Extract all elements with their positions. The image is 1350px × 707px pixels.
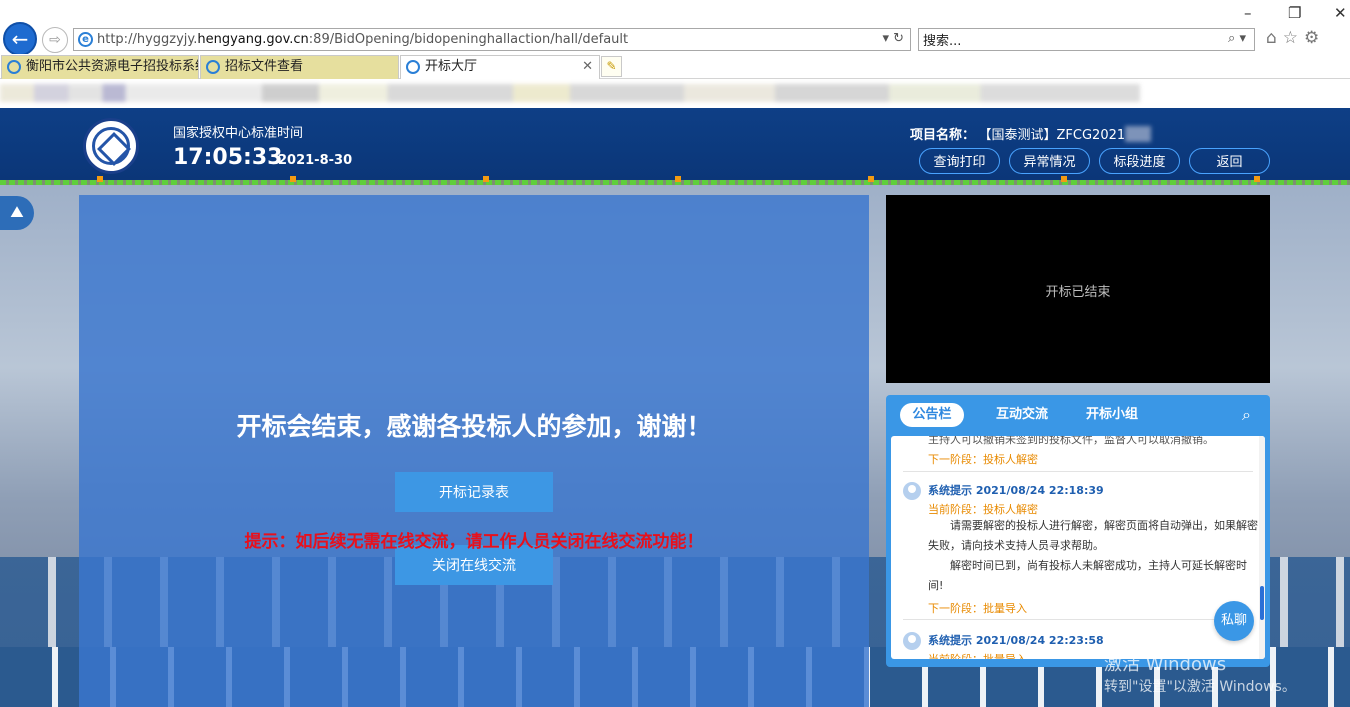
message-list[interactable]: 主持人可以撤销未签到的投标文件，监督人可以取消撤销。 下一阶段：投标人解密 系统… (891, 436, 1265, 659)
divider-dot (675, 176, 681, 182)
close-icon[interactable]: ✕ (1334, 4, 1347, 22)
avatar (903, 482, 921, 500)
video-status: 开标已结束 (1045, 285, 1111, 300)
favorites-bar (0, 80, 1350, 107)
browser-toolbar-icons[interactable]: ⌂☆⚙ (1266, 28, 1325, 48)
tab-portal[interactable]: 衡阳市公共资源电子招投标系统 (1, 55, 199, 79)
search-icon[interactable]: ⌕ ▾ (1228, 31, 1246, 46)
message-paragraph: 解密时间已到，尚有投标人未解密成功，主持人可延长解密时间! (928, 559, 1247, 592)
ie-tab-icon (206, 60, 220, 74)
home-icon[interactable]: ⌂ (1266, 28, 1283, 48)
tab-notice[interactable]: 公告栏 (900, 403, 964, 427)
date: 2021-8-30 (278, 153, 353, 168)
tab-label: 开标大厅 (425, 59, 478, 74)
bid-end-message: 开标会结束，感谢各投标人的参加，谢谢！ (236, 412, 712, 441)
gear-icon[interactable]: ⚙ (1304, 28, 1325, 48)
exception-button[interactable]: 异常情况 (1009, 148, 1090, 174)
restore-icon[interactable]: ❐ (1288, 4, 1301, 22)
project-name: 项目名称： 【国泰测试】ZFCG2021 (910, 124, 1152, 143)
blurred-favorites (0, 84, 1140, 102)
activation-watermark-text: 转到"设置"以激活 Windows。 (1104, 679, 1296, 695)
next-stage: 下一阶段：投标人解密 (928, 453, 1038, 466)
browser-search-box[interactable]: ⌕ ▾ (918, 28, 1255, 51)
video-panel: 开标已结束 (886, 195, 1270, 383)
divider-dot (1061, 176, 1067, 182)
list-item: 系统提示 2021/08/24 22:18:39 当前阶段：投标人解密 请需要解… (903, 482, 1258, 632)
query-print-button[interactable]: 查询打印 (919, 148, 1000, 174)
address-bar[interactable]: e http://hyggzyjy.hengyang.gov.cn:89/Bid… (73, 28, 911, 51)
tab-bid-group[interactable]: 开标小组 (1076, 403, 1148, 427)
private-chat-button[interactable]: 私聊 (1214, 601, 1254, 641)
project-label: 项目名称： (910, 128, 976, 143)
section-progress-button[interactable]: 标段进度 (1099, 148, 1180, 174)
back-arrow-icon[interactable]: ← (3, 22, 37, 56)
next-stage: 下一阶段：批量导入 (928, 602, 1027, 615)
return-button[interactable]: 返回 (1189, 148, 1270, 174)
divider-dot (290, 176, 296, 182)
divider-dot (97, 176, 103, 182)
current-stage: 当前阶段：投标人解密 (928, 503, 1038, 516)
tab-interaction[interactable]: 互动交流 (986, 403, 1058, 427)
search-input[interactable] (923, 31, 1203, 48)
divider (903, 619, 1253, 620)
new-tab-icon[interactable]: ✎ (601, 56, 622, 77)
tab-label: 衡阳市公共资源电子招投标系统 (26, 59, 199, 74)
page-header: 国家授权中心标准时间 17:05:33 2021-8-30 项目名称： 【国泰测试… (0, 108, 1350, 180)
forward-arrow-icon[interactable]: ⇨ (42, 27, 68, 53)
ie-page-icon: e (78, 32, 93, 47)
current-stage: 当前阶段：批量导入 (928, 651, 1027, 659)
tab-bid-hall[interactable]: 开标大厅 ✕ (400, 55, 600, 79)
search-icon[interactable]: ⌕ (1242, 405, 1251, 425)
message-body: 请需要解密的投标人进行解密，解密页面将自动弹出，如果解密失败，请向技术支持人员寻… (928, 516, 1258, 596)
divider-dot (483, 176, 489, 182)
time-source-label: 国家授权中心标准时间 (173, 126, 304, 141)
notice-board: 公告栏 互动交流 开标小组 ⌕ 主持人可以撤销未签到的投标文件，监督人可以取消撤… (886, 395, 1270, 667)
divider-dot (1254, 176, 1260, 182)
list-item: 主持人可以撤销未签到的投标文件，监督人可以取消撤销。 下一阶段：投标人解密 (903, 436, 1253, 470)
china-map-icon[interactable]: ⛰ (0, 196, 34, 230)
tab-close-icon[interactable]: ✕ (582, 56, 593, 78)
minimize-icon[interactable]: – (1244, 4, 1252, 22)
message-text: 主持人可以撤销未签到的投标文件，监督人可以取消撤销。 (928, 436, 1214, 446)
activation-watermark-title: 激活 Windows (1104, 654, 1227, 675)
avatar (903, 632, 921, 650)
star-icon[interactable]: ☆ (1283, 28, 1304, 48)
ie-tab-icon (7, 60, 21, 74)
site-logo (83, 118, 139, 174)
project-value: 【国泰测试】ZFCG2021 (985, 128, 1126, 143)
clock: 17:05:33 (173, 145, 283, 170)
bid-record-button[interactable]: 开标记录表 (395, 472, 553, 512)
message-title: 系统提示 2021/08/24 22:18:39 (928, 484, 1104, 497)
url-text: http://hyggzyjy.hengyang.gov.cn:89/BidOp… (97, 32, 629, 47)
main-panel: 开标会结束，感谢各投标人的参加，谢谢！ 开标记录表 关闭在线交流 提示：如后续无… (79, 195, 869, 707)
browser-tab-row: 衡阳市公共资源电子招投标系统 招标文件查看 开标大厅 ✕ ✎ (0, 54, 1350, 79)
tab-label: 招标文件查看 (225, 59, 304, 74)
blurred-project-id (1125, 126, 1152, 142)
tab-tender-doc[interactable]: 招标文件查看 (200, 55, 399, 79)
message-paragraph: 请需要解密的投标人进行解密，解密页面将自动弹出，如果解密失败，请向技术支持人员寻… (928, 519, 1258, 552)
browser-address-row: ← ⇨ e http://hyggzyjy.hengyang.gov.cn:89… (0, 0, 1350, 56)
refresh-icon[interactable]: ▾ ↻ (882, 31, 904, 46)
divider (903, 471, 1253, 472)
hint-message: 提示：如后续无需在线交流，请工作人员关闭在线交流功能！ (244, 532, 704, 552)
message-title: 系统提示 2021/08/24 22:23:58 (928, 634, 1104, 647)
divider-dot (868, 176, 874, 182)
ie-tab-icon (406, 60, 420, 74)
scrollbar-thumb[interactable] (1260, 586, 1264, 620)
scrollbar[interactable] (1259, 436, 1265, 659)
